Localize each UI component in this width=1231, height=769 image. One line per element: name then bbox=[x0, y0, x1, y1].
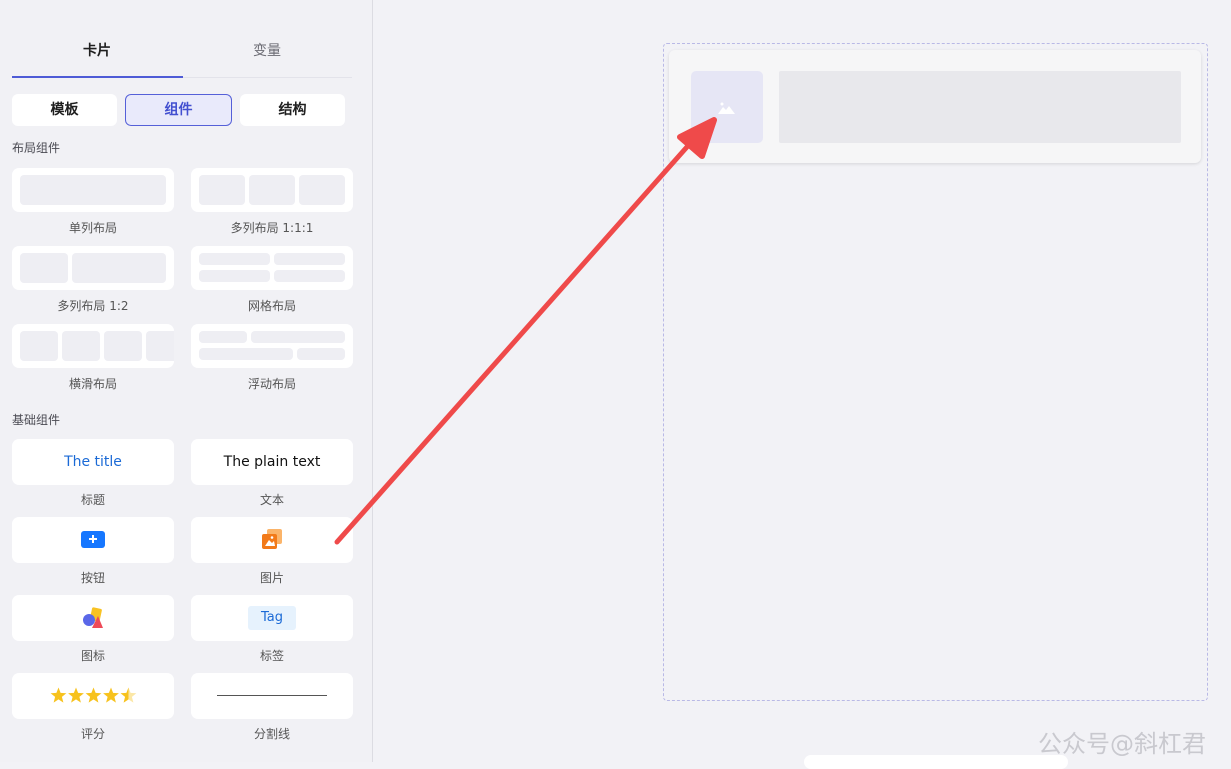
segment-structure[interactable]: 结构 bbox=[240, 94, 345, 126]
text-component-card[interactable]: The plain text bbox=[191, 439, 353, 485]
layout-block bbox=[249, 175, 295, 205]
segment-component[interactable]: 组件 bbox=[125, 94, 232, 126]
horizontal-scroll-layout-label: 横滑布局 bbox=[68, 377, 117, 391]
layout-block bbox=[72, 253, 166, 283]
star-rating-icon bbox=[50, 687, 138, 708]
tab-card[interactable]: 卡片 bbox=[12, 40, 182, 60]
icon-component-label: 图标 bbox=[80, 649, 105, 663]
layout-block bbox=[297, 348, 345, 360]
layout-block bbox=[20, 331, 58, 361]
tab-active-indicator bbox=[12, 76, 183, 78]
horizontal-scroll-layout-card[interactable] bbox=[12, 324, 174, 368]
bottom-toolbar bbox=[804, 755, 1068, 769]
layout-block bbox=[20, 253, 68, 283]
watermark: 公众号@斜杠君 bbox=[1038, 730, 1206, 758]
layout-block bbox=[251, 331, 345, 343]
image-component-card[interactable] bbox=[191, 517, 353, 563]
segment-template[interactable]: 模板 bbox=[12, 94, 117, 126]
divider-component-label: 分割线 bbox=[253, 727, 290, 741]
button-component-label: 按钮 bbox=[80, 571, 105, 585]
layout-block bbox=[104, 331, 142, 361]
rating-component-label: 评分 bbox=[80, 727, 105, 741]
text-component-label: 文本 bbox=[259, 493, 284, 507]
single-column-layout-label: 单列布局 bbox=[68, 221, 117, 235]
layout-block bbox=[199, 331, 247, 343]
layout-block bbox=[199, 175, 245, 205]
rating-component-card[interactable] bbox=[12, 673, 174, 719]
grid-layout-label: 网格布局 bbox=[247, 299, 296, 313]
image-component-label: 图片 bbox=[259, 571, 284, 585]
layout-block bbox=[199, 253, 270, 265]
grid-layout-card[interactable] bbox=[191, 246, 353, 290]
floating-layout-label: 浮动布局 bbox=[247, 377, 296, 391]
shapes-icon bbox=[82, 607, 104, 633]
component-panel: 卡片 变量 模板 组件 结构 布局组件 单列布局 多列布局 1:1:1 多列布局… bbox=[0, 0, 373, 762]
basic-section-title: 基础组件 bbox=[12, 413, 61, 427]
icon-component-card[interactable] bbox=[12, 595, 174, 641]
picture-icon bbox=[718, 100, 736, 119]
image-icon bbox=[262, 529, 282, 555]
divider-component-card[interactable] bbox=[191, 673, 353, 719]
layout-block bbox=[20, 175, 166, 205]
layout-block bbox=[299, 175, 345, 205]
layout-block bbox=[274, 270, 345, 282]
single-column-layout-card[interactable] bbox=[12, 168, 174, 212]
text-placeholder[interactable] bbox=[779, 71, 1181, 143]
multi-column-12-layout-card[interactable] bbox=[12, 246, 174, 290]
layout-section-title: 布局组件 bbox=[12, 141, 61, 155]
floating-layout-card[interactable] bbox=[191, 324, 353, 368]
image-placeholder[interactable] bbox=[691, 71, 763, 143]
layout-block bbox=[199, 270, 270, 282]
layout-block bbox=[62, 331, 100, 361]
tag-preview: Tag bbox=[248, 606, 296, 630]
multi-column-12-layout-label: 多列布局 1:2 bbox=[57, 299, 129, 313]
tag-component-card[interactable]: Tag bbox=[191, 595, 353, 641]
layout-block bbox=[274, 253, 345, 265]
multi-column-111-layout-label: 多列布局 1:1:1 bbox=[230, 221, 314, 235]
title-component-label: 标题 bbox=[80, 493, 105, 507]
tag-component-label: 标签 bbox=[259, 649, 284, 663]
panel-tabs: 卡片 变量 bbox=[12, 24, 352, 78]
tab-variable[interactable]: 变量 bbox=[182, 40, 352, 60]
layout-block bbox=[146, 331, 174, 361]
plain-text-preview: The plain text bbox=[223, 454, 321, 470]
title-component-card[interactable]: The title bbox=[12, 439, 174, 485]
title-preview-text: The title bbox=[64, 454, 122, 470]
button-icon bbox=[81, 531, 105, 552]
button-component-card[interactable] bbox=[12, 517, 174, 563]
multi-column-111-layout-card[interactable] bbox=[191, 168, 353, 212]
layout-block bbox=[199, 348, 293, 360]
divider-preview-line bbox=[217, 695, 327, 696]
